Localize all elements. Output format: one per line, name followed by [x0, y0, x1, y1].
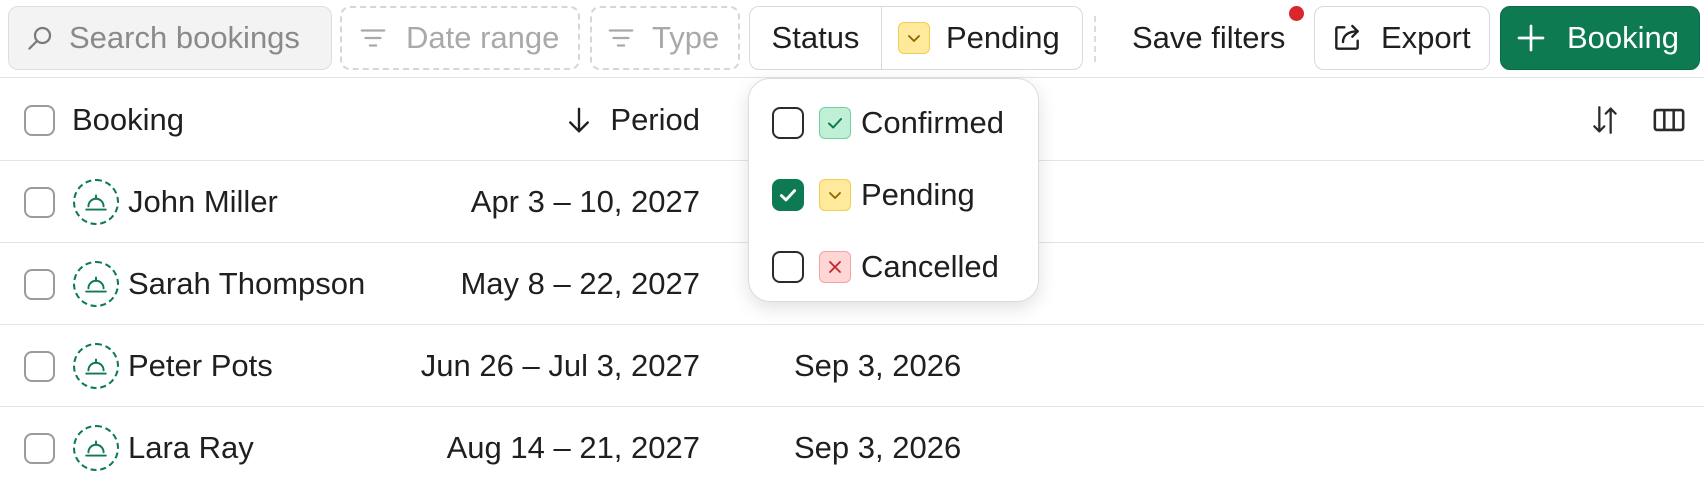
status-option-pending[interactable]: Pending [749, 159, 1040, 231]
status-option-confirmed[interactable]: Confirmed [749, 87, 1040, 159]
sort-icon[interactable] [1588, 103, 1622, 145]
bell-icon [73, 343, 119, 389]
column-header-booking[interactable]: Booking [72, 79, 184, 161]
status-option-cancelled[interactable]: Cancelled [749, 231, 1040, 303]
save-filters-label: Save filters [1132, 20, 1286, 55]
check-icon [819, 107, 851, 139]
booking-period: Aug 14 – 21, 2027 [446, 430, 700, 465]
export-label: Export [1381, 20, 1471, 55]
booking-name[interactable]: John Miller [128, 161, 278, 243]
row-checkbox[interactable] [24, 433, 55, 464]
type-filter[interactable]: Type [590, 6, 740, 70]
booking-created: Sep 3, 2026 [794, 348, 962, 383]
option-checkbox-checked[interactable] [772, 179, 804, 211]
bell-icon [73, 425, 119, 471]
table-row[interactable]: Lara Ray Aug 14 – 21, 2027 Sep 3, 2026 [0, 407, 1704, 488]
filter-icon [358, 23, 388, 53]
bell-icon [73, 179, 119, 225]
clock-icon [819, 179, 851, 211]
option-label: Pending [861, 177, 975, 212]
filter-icon [606, 23, 636, 53]
row-checkbox[interactable] [24, 351, 55, 382]
select-all-checkbox[interactable] [24, 105, 55, 136]
status-value[interactable]: Pending [882, 20, 1082, 56]
search-icon [25, 23, 55, 53]
export-button[interactable]: Export [1314, 6, 1490, 70]
option-checkbox[interactable] [772, 107, 804, 139]
toolbar-divider [1094, 16, 1096, 62]
booking-name[interactable]: Sarah Thompson [128, 243, 365, 325]
arrow-down-icon [564, 105, 594, 135]
search-placeholder: Search bookings [69, 20, 300, 55]
type-label: Type [652, 20, 720, 55]
row-checkbox[interactable] [24, 187, 55, 218]
period-header-label: Period [610, 102, 700, 137]
date-range-label: Date range [406, 20, 560, 55]
booking-period: May 8 – 22, 2027 [460, 266, 700, 301]
status-filter[interactable]: Status Pending [749, 6, 1083, 70]
date-range-filter[interactable]: Date range [340, 6, 580, 70]
filter-toolbar: Search bookings Date range Type Status P… [0, 0, 1704, 78]
search-input[interactable]: Search bookings [8, 6, 332, 70]
plus-icon [1515, 22, 1547, 54]
table-row[interactable]: Peter Pots Jun 26 – Jul 3, 2027 Sep 3, 2… [0, 325, 1704, 407]
x-icon [819, 251, 851, 283]
booking-period: Jun 26 – Jul 3, 2027 [420, 348, 700, 383]
status-label: Status [750, 7, 882, 69]
booking-period: Apr 3 – 10, 2027 [470, 184, 700, 219]
add-booking-label: Booking [1567, 20, 1680, 55]
booking-name[interactable]: Lara Ray [128, 407, 254, 488]
option-checkbox[interactable] [772, 251, 804, 283]
bell-icon [73, 261, 119, 307]
option-label: Confirmed [861, 105, 1004, 140]
export-icon [1331, 22, 1363, 54]
booking-name[interactable]: Peter Pots [128, 325, 273, 407]
notification-dot-icon [1289, 6, 1304, 21]
status-dropdown: Confirmed Pending Cancelled [748, 78, 1039, 302]
row-checkbox[interactable] [24, 269, 55, 300]
option-label: Cancelled [861, 249, 999, 284]
save-filters-button[interactable]: Save filters [1132, 6, 1285, 70]
columns-icon[interactable] [1652, 103, 1686, 145]
add-booking-button[interactable]: Booking [1500, 6, 1700, 70]
status-value-text: Pending [946, 20, 1060, 55]
pending-badge-icon [898, 22, 930, 54]
column-header-period[interactable]: Period [564, 79, 700, 161]
booking-created: Sep 3, 2026 [794, 430, 962, 465]
